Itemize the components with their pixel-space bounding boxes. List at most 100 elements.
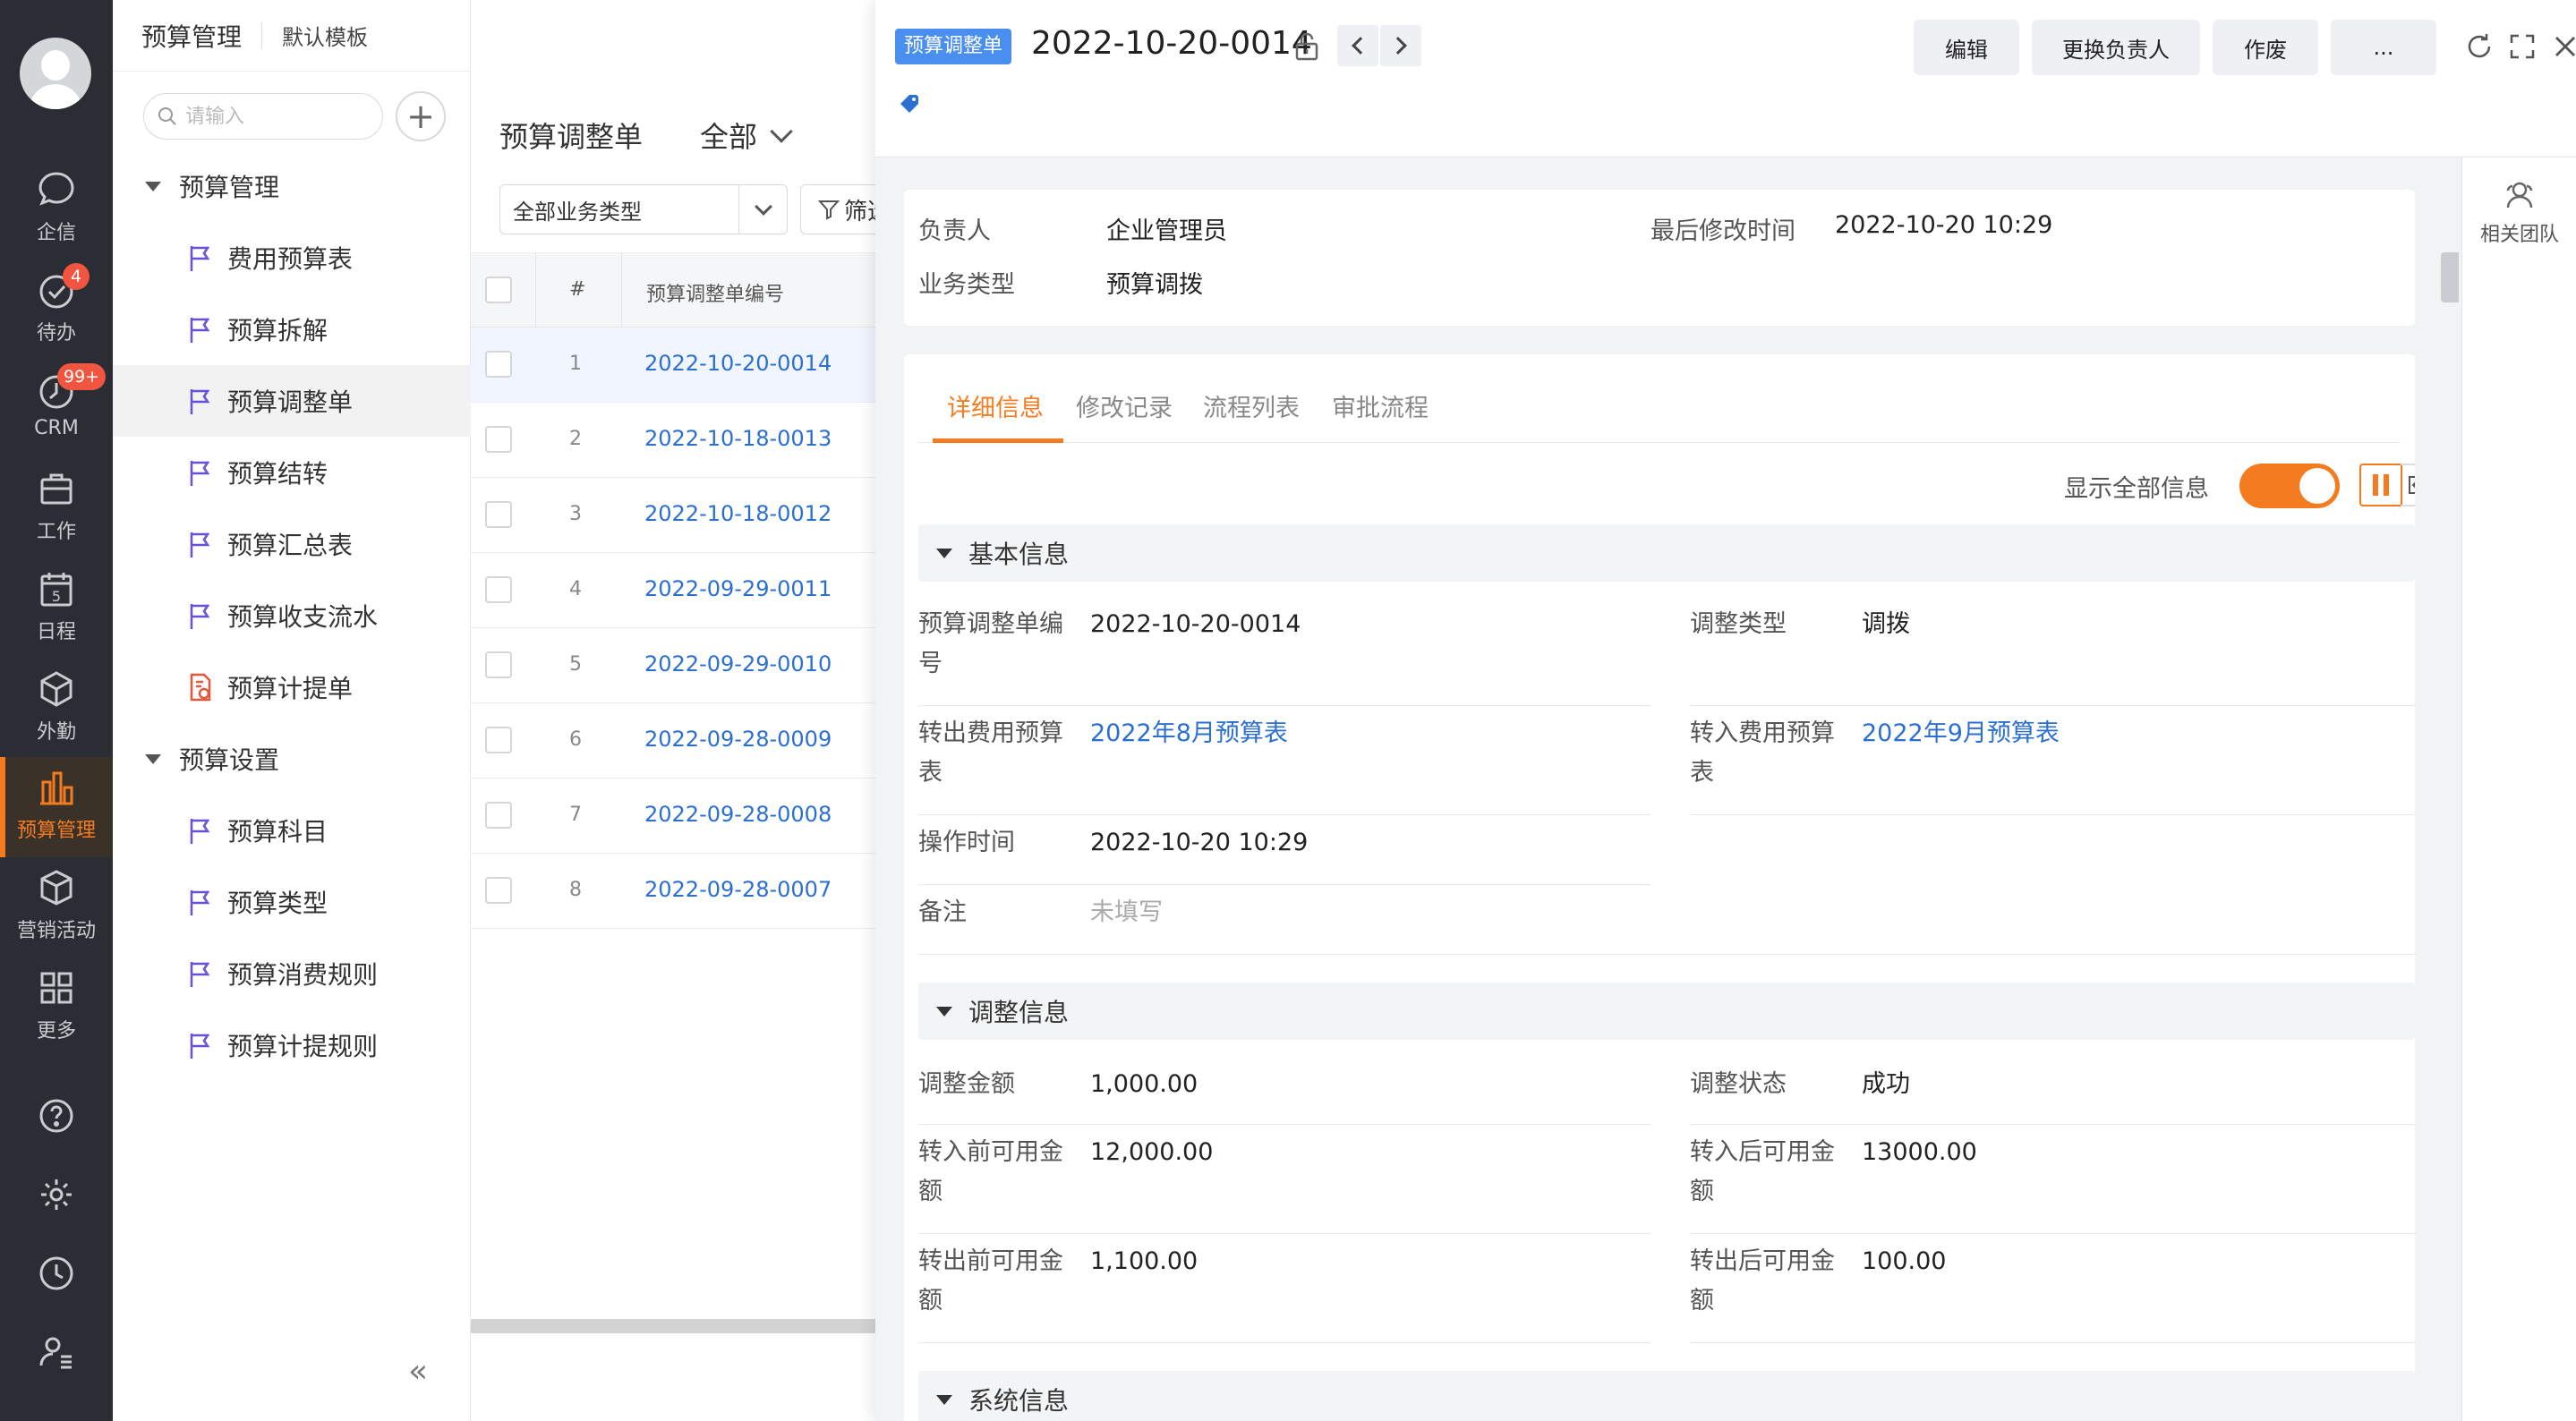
rail-item-work[interactable]: 工作 [0, 458, 113, 558]
row-checkbox[interactable] [485, 877, 512, 904]
chevron-right-icon [1389, 37, 1407, 55]
rail-item-chat[interactable]: 企信 [0, 159, 113, 260]
table-row[interactable]: 3 2022-10-18-0012 [471, 478, 877, 553]
field-in-budget-link[interactable]: 2022年9月预算表 [1862, 714, 2060, 753]
close-icon[interactable] [2549, 30, 2576, 63]
menu-item[interactable]: 预算计提单 [113, 651, 471, 723]
flag-icon [190, 890, 210, 915]
table-row[interactable]: 4 2022-09-29-0011 [471, 553, 877, 628]
section-adjust-info[interactable]: 调整信息 [918, 983, 2415, 1040]
field-in-after: 13000.00 [1862, 1138, 1977, 1166]
search-input[interactable] [185, 105, 364, 128]
template-selector[interactable]: 默认模板 [282, 20, 368, 51]
field-note: 未填写 [1090, 898, 1163, 926]
menu-group-settings[interactable]: 预算设置 [145, 723, 279, 795]
panel-toggle-handle[interactable] [2441, 252, 2459, 302]
list-title: 预算调整单 [499, 120, 644, 154]
menu-item[interactable]: 费用预算表 [113, 222, 471, 294]
collapse-menu-icon[interactable]: « [408, 1353, 428, 1390]
menu-item[interactable]: 预算消费规则 [113, 938, 471, 1009]
flag-icon [190, 246, 210, 271]
table-row[interactable]: 5 2022-09-29-0010 [471, 628, 877, 703]
table-row[interactable]: 7 2022-09-28-0008 [471, 779, 877, 854]
related-team-button[interactable]: 相关团队 [2462, 177, 2576, 247]
rail-item-schedule[interactable]: 5 日程 [0, 558, 113, 659]
table-row[interactable]: 8 2022-09-28-0007 [471, 854, 877, 929]
select-all-checkbox[interactable] [485, 277, 512, 303]
horizontal-scrollbar[interactable] [471, 1319, 877, 1333]
show-all-toggle[interactable] [2239, 464, 2340, 508]
calendar-icon: 5 [40, 573, 73, 607]
table-row[interactable]: 6 2022-09-28-0009 [471, 703, 877, 779]
caret-down-icon [145, 753, 161, 764]
void-button[interactable]: 作废 [2213, 20, 2318, 75]
change-owner-button[interactable]: 更换负责人 [2032, 20, 2200, 75]
biztype-value: 预算调拨 [1106, 271, 1203, 299]
full-width-layout-icon[interactable] [2401, 464, 2415, 506]
user-avatar[interactable] [20, 38, 91, 109]
rail-item-todo[interactable]: 待办 4 [0, 260, 113, 360]
tab-details[interactable]: 详细信息 [947, 388, 1044, 423]
field-out-budget-link[interactable]: 2022年8月预算表 [1090, 714, 1288, 753]
next-record-button[interactable] [1380, 25, 1421, 66]
table-row[interactable]: 1 2022-10-20-0014 [471, 328, 877, 403]
flag-icon [190, 389, 210, 414]
row-checkbox[interactable] [485, 576, 512, 603]
menu-item[interactable]: 预算科目 [113, 795, 471, 866]
chat-icon [38, 172, 74, 206]
menu-group-budget[interactable]: 预算管理 [145, 150, 279, 222]
row-checkbox[interactable] [485, 802, 512, 829]
menu-item[interactable]: 预算收支流水 [113, 580, 471, 651]
help-icon [39, 1099, 73, 1133]
menu-search[interactable] [143, 93, 383, 140]
field-out-after: 100.00 [1862, 1247, 1947, 1275]
menu-item[interactable]: 预算计提规则 [113, 1009, 471, 1081]
row-checkbox[interactable] [485, 651, 512, 678]
section-system-info[interactable]: 系统信息 [918, 1371, 2415, 1421]
section-basic-info[interactable]: 基本信息 [918, 524, 2415, 582]
tab-process-list[interactable]: 流程列表 [1203, 388, 1300, 423]
prev-record-button[interactable] [1337, 25, 1378, 66]
flag-icon [190, 819, 210, 844]
more-actions-button[interactable]: ... [2331, 20, 2436, 75]
settings-icon [41, 1179, 72, 1210]
menu-item[interactable]: 预算汇总表 [113, 508, 471, 580]
menu-topbar: 预算管理 默认模板 [113, 0, 471, 72]
tab-change-log[interactable]: 修改记录 [1076, 388, 1173, 423]
menu-item[interactable]: 预算拆解 [113, 294, 471, 365]
row-checkbox[interactable] [485, 426, 512, 453]
two-column-layout-icon[interactable] [2359, 464, 2402, 506]
row-checkbox[interactable] [485, 501, 512, 528]
grid-icon [40, 972, 73, 1004]
refresh-icon[interactable] [2463, 30, 2495, 63]
edit-button[interactable]: 编辑 [1914, 20, 2019, 75]
tag-icon[interactable] [891, 86, 927, 122]
rail-item-field[interactable]: 外勤 [0, 659, 113, 759]
menu-item[interactable]: 预算结转 [113, 437, 471, 508]
lock-icon[interactable] [1291, 30, 1323, 63]
briefcase-icon [40, 473, 73, 505]
field-out-before: 1,100.00 [1090, 1247, 1198, 1275]
table-row[interactable]: 2 2022-10-18-0013 [471, 403, 877, 478]
row-checkbox[interactable] [485, 727, 512, 753]
box-icon [40, 870, 73, 906]
business-type-select[interactable]: 全部业务类型 [499, 184, 788, 234]
settings-button[interactable] [0, 1165, 113, 1224]
menu-item-active[interactable]: 预算调整单 [113, 365, 471, 437]
module-menu: 预算管理 默认模板 + 预算管理 费用预算表 预算拆解 预算调整单 预算结转 预… [113, 0, 471, 1421]
rail-item-more[interactable]: 更多 [0, 957, 113, 1058]
menu-item[interactable]: 预算类型 [113, 866, 471, 938]
scope-selector[interactable]: 全部 [700, 115, 793, 156]
history-button[interactable] [0, 1244, 113, 1303]
user-settings-button[interactable] [0, 1323, 113, 1382]
rail-item-budget[interactable]: 预算管理 [0, 757, 113, 857]
field-adjust-type: 调拨 [1862, 610, 1910, 638]
row-checkbox[interactable] [485, 351, 512, 378]
tab-approval-flow[interactable]: 审批流程 [1332, 388, 1429, 423]
rail-item-marketing[interactable]: 营销活动 [0, 857, 113, 957]
rail-item-crm[interactable]: CRM 99+ [0, 360, 113, 460]
side-panel: 相关团队 [2441, 157, 2576, 1421]
expand-icon[interactable] [2506, 30, 2538, 63]
add-button[interactable]: + [396, 91, 446, 141]
help-button[interactable] [0, 1086, 113, 1145]
